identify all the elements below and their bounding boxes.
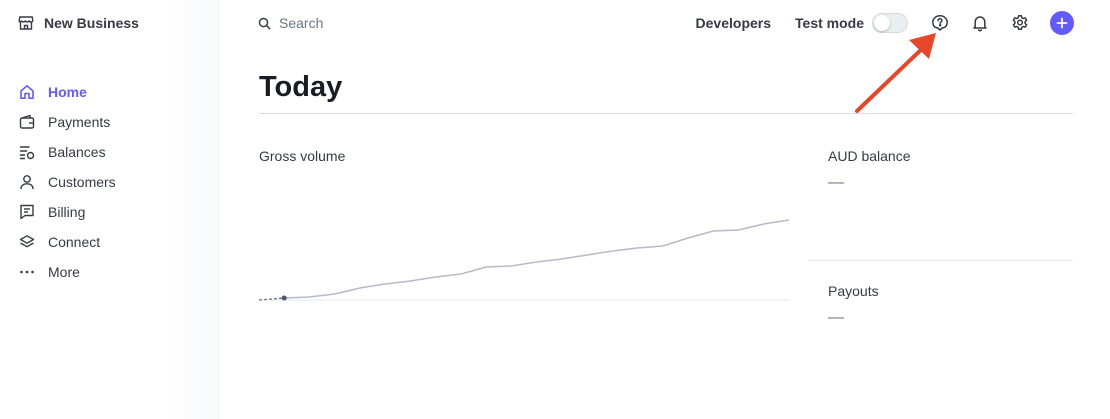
payouts-value: — bbox=[828, 309, 844, 326]
layers-icon bbox=[18, 233, 36, 251]
search-placeholder: Search bbox=[279, 15, 324, 31]
plus-icon bbox=[1056, 17, 1068, 29]
gross-volume-chart[interactable] bbox=[259, 190, 789, 305]
sidebar-item-connect[interactable]: Connect bbox=[18, 227, 116, 257]
sidebar: New Business Home Payments Balances Cust… bbox=[0, 0, 220, 419]
sidebar-item-payments[interactable]: Payments bbox=[18, 107, 116, 137]
aud-balance-label: AUD balance bbox=[828, 148, 911, 164]
payouts-label: Payouts bbox=[828, 283, 879, 299]
sidebar-nav: Home Payments Balances Customers Billing… bbox=[18, 77, 116, 287]
header-actions: Developers Test mode bbox=[696, 10, 1074, 36]
toggle-knob bbox=[874, 15, 890, 31]
sidebar-item-label: Balances bbox=[48, 144, 106, 160]
account-switcher[interactable]: New Business bbox=[18, 13, 139, 33]
app-root: New Business Home Payments Balances Cust… bbox=[0, 0, 1110, 419]
chart-series-line bbox=[284, 219, 789, 299]
person-icon bbox=[18, 173, 36, 191]
sidebar-item-label: Customers bbox=[48, 174, 116, 190]
title-divider bbox=[259, 113, 1073, 114]
page-title: Today bbox=[259, 71, 343, 103]
developers-link[interactable]: Developers bbox=[696, 15, 771, 31]
more-icon bbox=[18, 263, 36, 281]
gross-volume-label: Gross volume bbox=[259, 148, 346, 164]
sidebar-item-label: Connect bbox=[48, 234, 101, 250]
sidebar-item-billing[interactable]: Billing bbox=[18, 197, 116, 227]
gear-icon bbox=[1011, 14, 1029, 32]
create-button[interactable] bbox=[1050, 11, 1074, 35]
sidebar-item-label: More bbox=[48, 264, 80, 280]
test-mode-label: Test mode bbox=[795, 15, 864, 31]
sidebar-item-label: Payments bbox=[48, 114, 111, 130]
sidebar-item-home[interactable]: Home bbox=[18, 77, 116, 107]
store-icon bbox=[18, 15, 34, 31]
test-mode-toggle[interactable] bbox=[872, 13, 908, 33]
chart-current-point bbox=[281, 295, 287, 301]
search-input[interactable]: Search bbox=[258, 13, 323, 33]
aud-balance-value: — bbox=[828, 174, 844, 191]
sidebar-item-more[interactable]: More bbox=[18, 257, 116, 287]
sidebar-item-label: Home bbox=[48, 84, 87, 100]
wallet-icon bbox=[18, 113, 36, 131]
account-name: New Business bbox=[44, 15, 139, 31]
sidebar-item-customers[interactable]: Customers bbox=[18, 167, 116, 197]
help-icon bbox=[931, 14, 949, 32]
search-icon bbox=[258, 17, 271, 30]
sidebar-item-balances[interactable]: Balances bbox=[18, 137, 116, 167]
balances-icon bbox=[18, 143, 36, 161]
home-icon bbox=[18, 83, 36, 101]
bell-icon bbox=[971, 14, 989, 32]
help-button[interactable] bbox=[930, 13, 950, 33]
sidebar-item-label: Billing bbox=[48, 204, 86, 220]
invoice-icon bbox=[18, 203, 36, 221]
settings-button[interactable] bbox=[1010, 13, 1030, 33]
notifications-button[interactable] bbox=[970, 13, 990, 33]
balance-divider bbox=[808, 260, 1073, 261]
